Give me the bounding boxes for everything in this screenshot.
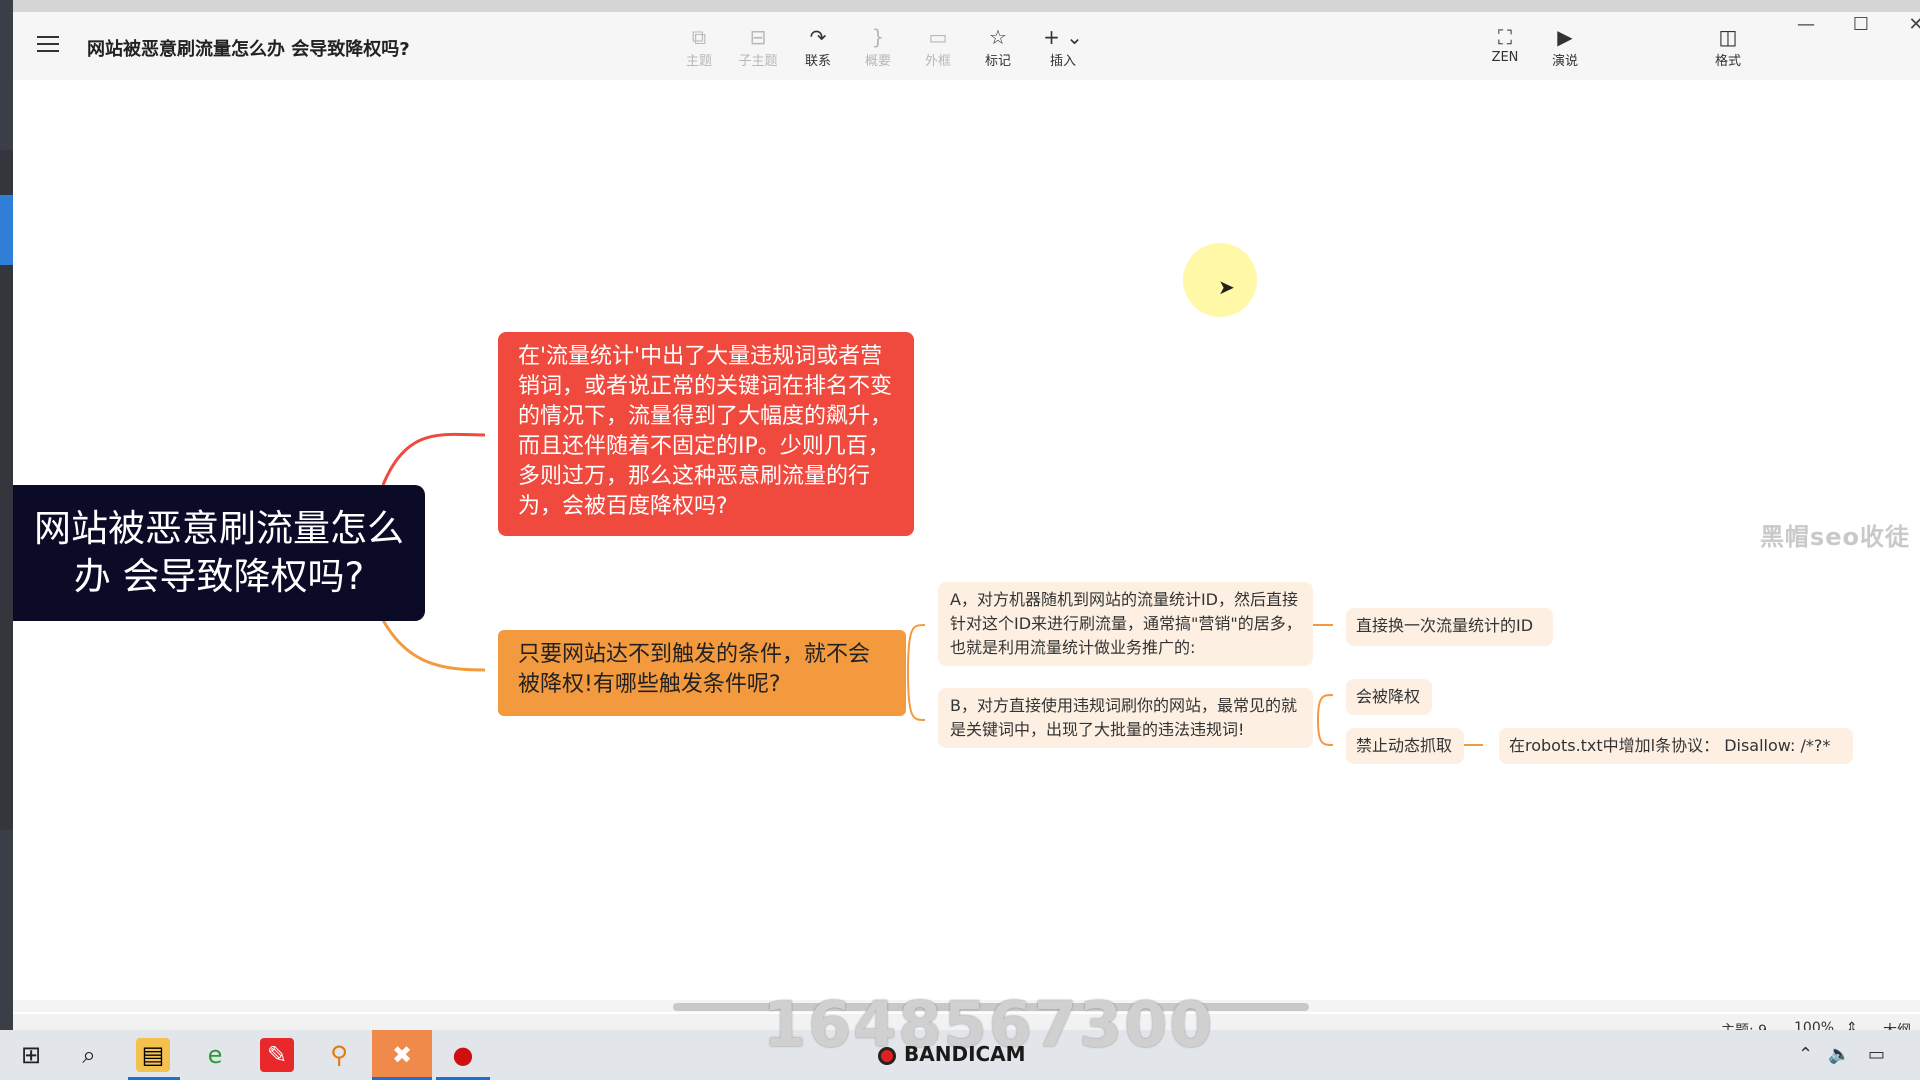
summary-label: 概要: [864, 54, 891, 69]
present-icon: ▶: [1557, 25, 1573, 49]
insert-label: 插入: [1049, 54, 1076, 69]
left-window-strip: [0, 0, 13, 1030]
root-red-connector: [381, 432, 486, 486]
mouse-cursor-icon: ➤: [1218, 275, 1235, 299]
xmind-taskbar-icon[interactable]: ✖: [372, 1030, 432, 1080]
boundary-label: 外框: [924, 54, 951, 69]
format-label: 格式: [1714, 54, 1741, 69]
background-window-accent: [0, 195, 13, 265]
document-title: 网站被恶意刷流量怎么办 会导致降权吗?: [87, 39, 410, 60]
insert-button[interactable]: + ⌄ 插入: [1033, 24, 1093, 69]
present-label: 演说: [1551, 54, 1578, 69]
minimize-button[interactable]: —: [1791, 14, 1821, 35]
summary-icon: }: [871, 25, 885, 49]
topic-leaf-b[interactable]: B，对方直接使用违规词刷你的网站，最常见的就是关键词中，出现了大批量的违法违规词…: [938, 688, 1313, 748]
xmind-window: 网站被恶意刷流量怎么办 会导致降权吗? ⧉ 主题 ⊟ 子主题 ↷ 联系 } 概要…: [13, 0, 1920, 1042]
menu-icon[interactable]: [37, 36, 59, 54]
close-button[interactable]: ✕: [1901, 14, 1920, 35]
topic-red[interactable]: 在'流量统计'中出了大量违规词或者营销词，或者说正常的关键词在排名不变的情况下，…: [498, 332, 914, 536]
windows-start-icon[interactable]: ⊞: [14, 1038, 48, 1072]
root-orange-connector: [381, 619, 486, 672]
subtopic-button[interactable]: ⊟ 子主题: [728, 24, 788, 69]
present-button[interactable]: ▶ 演说: [1535, 24, 1595, 69]
topic-icon: ⧉: [691, 25, 707, 49]
volume-icon[interactable]: 🔈: [1828, 1044, 1850, 1065]
topic-button[interactable]: ⧉ 主题: [669, 24, 729, 69]
topic-leaf-b-child-2[interactable]: 禁止动态抓取: [1346, 728, 1464, 764]
topic-label: 主题: [685, 54, 712, 69]
bandicam-watermark: BANDICAM: [878, 1042, 1026, 1066]
plus-icon: + ⌄: [1043, 25, 1083, 49]
tray-chevron-icon[interactable]: ⌃: [1798, 1044, 1813, 1065]
notification-icon[interactable]: ▭: [1868, 1044, 1885, 1065]
app-red-icon[interactable]: ✎: [260, 1038, 294, 1072]
relationship-button[interactable]: ↷ 联系: [788, 24, 848, 69]
topic-leaf-a-child[interactable]: 直接换一次流量统计的ID: [1346, 608, 1553, 646]
subtopic-icon: ⊟: [749, 25, 767, 49]
browser-icon[interactable]: e: [198, 1038, 232, 1072]
zen-label: ZEN: [1491, 50, 1519, 65]
marker-label: 标记: [984, 54, 1011, 69]
search-icon[interactable]: ⌕: [72, 1038, 106, 1072]
root-topic[interactable]: 网站被恶意刷流量怎么办 会导致降权吗?: [13, 485, 425, 621]
fullscreen-icon: ⛶: [1498, 25, 1512, 49]
maximize-button[interactable]: ☐: [1846, 14, 1876, 35]
format-panel-icon: ◫: [1718, 25, 1738, 49]
zen-button[interactable]: ⛶ ZEN: [1475, 24, 1535, 65]
topic-leaf-a[interactable]: A，对方机器随机到网站的流量统计ID，然后直接针对这个ID来进行刷流量，通常搞"…: [938, 582, 1313, 666]
topic-leaf-b-child-1[interactable]: 会被降权: [1346, 679, 1432, 715]
relationship-icon: ↷: [809, 25, 827, 49]
relationship-label: 联系: [804, 54, 831, 69]
record-icon: [878, 1046, 896, 1065]
toolbar: 网站被恶意刷流量怎么办 会导致降权吗? ⧉ 主题 ⊟ 子主题 ↷ 联系 } 概要…: [13, 12, 1920, 81]
marker-button[interactable]: ☆ 标记: [968, 24, 1028, 69]
summary-button[interactable]: } 概要: [848, 24, 908, 69]
boundary-button[interactable]: ▭ 外框: [908, 24, 968, 69]
bandicam-label: BANDICAM: [904, 1042, 1026, 1066]
seo-watermark: 黑帽seo收徒: [1759, 523, 1910, 551]
boundary-icon: ▭: [928, 25, 948, 49]
topic-orange[interactable]: 只要网站达不到触发的条件，就不会被降权!有哪些触发条件呢?: [498, 630, 906, 716]
magnifier-app-icon[interactable]: ⚲: [322, 1038, 356, 1072]
topic-robots-rule[interactable]: 在robots.txt中增加l条协议： Disallow: /*?*: [1499, 728, 1853, 764]
star-icon: ☆: [989, 25, 1007, 49]
format-button[interactable]: ◫ 格式: [1698, 24, 1758, 69]
bandicam-taskbar-icon[interactable]: ●: [446, 1038, 480, 1072]
file-explorer-icon[interactable]: ▤: [136, 1038, 170, 1072]
subtopic-label: 子主题: [738, 54, 778, 69]
